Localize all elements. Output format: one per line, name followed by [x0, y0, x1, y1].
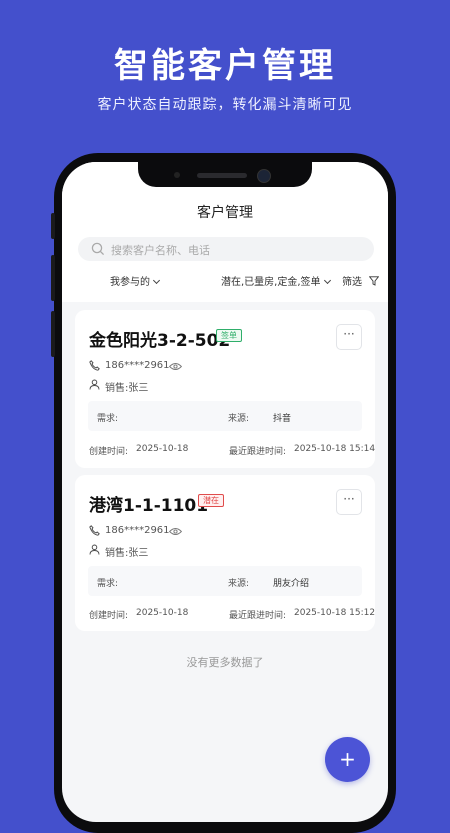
- app-screen: 客户管理 搜索客户名称、电话 我参与的 潜在,已量房,定金,签单 筛选 金色阳光…: [62, 162, 388, 822]
- search-placeholder: 搜索客户名称、电话: [111, 244, 210, 257]
- filter-button[interactable]: 筛选: [342, 273, 380, 288]
- sales-person: 销售:张三: [105, 548, 149, 559]
- more-button[interactable]: ···: [336, 324, 362, 350]
- plus-icon: +: [339, 747, 356, 771]
- customer-card[interactable]: 港湾1-1-1101 潜在 ··· 186****2961 销售:张三 需求: …: [75, 475, 375, 631]
- created-label: 创建时间:: [89, 447, 129, 457]
- phone-icon: [89, 525, 100, 536]
- source-label: 来源:: [228, 579, 250, 589]
- sales-person: 销售:张三: [105, 383, 149, 394]
- user-icon: [89, 379, 100, 390]
- status-badge: 潜在: [198, 494, 224, 507]
- info-box: 需求: 来源: 朋友介绍: [88, 566, 362, 596]
- participation-dropdown[interactable]: 我参与的: [110, 273, 161, 288]
- created-value: 2025-10-18: [136, 608, 189, 618]
- info-box: 需求: 来源: 抖音: [88, 401, 362, 431]
- status-badge: 签单: [216, 329, 242, 342]
- more-button[interactable]: ···: [336, 489, 362, 515]
- user-icon: [89, 544, 100, 555]
- participation-label: 我参与的: [110, 277, 150, 288]
- source-label: 来源:: [228, 414, 250, 424]
- chevron-down-icon: [152, 276, 161, 285]
- followup-value: 2025-10-18 15:12: [294, 608, 376, 618]
- eye-icon[interactable]: [169, 527, 182, 536]
- followup-label: 最近跟进时间:: [229, 447, 287, 457]
- customer-card[interactable]: 金色阳光3-2-502 签单 ··· 186****2961 销售:张三 需求:…: [75, 310, 375, 468]
- phone-number: 186****2961: [105, 525, 170, 536]
- page-title: 客户管理: [197, 205, 253, 221]
- status-dropdown[interactable]: 潜在,已量房,定金,签单: [221, 273, 331, 288]
- phone-icon: [89, 360, 100, 371]
- phone-number: 186****2961: [105, 360, 170, 371]
- customer-name: 金色阳光3-2-502: [89, 331, 231, 351]
- phone-row: 186****2961: [89, 360, 209, 372]
- customer-name: 港湾1-1-1101: [89, 496, 209, 516]
- promo-subtitle: 客户状态自动跟踪，转化漏斗清晰可见: [97, 97, 353, 113]
- status-label: 潜在,已量房,定金,签单: [221, 277, 321, 288]
- sales-row: 销售:张三: [89, 379, 209, 394]
- promo-title: 智能客户管理: [114, 46, 336, 86]
- need-label: 需求:: [97, 414, 119, 424]
- need-label: 需求:: [97, 579, 119, 589]
- created-label: 创建时间:: [89, 611, 129, 621]
- phone-row: 186****2961: [89, 525, 209, 537]
- created-value: 2025-10-18: [136, 444, 189, 454]
- more-icon: ···: [343, 492, 355, 506]
- search-input[interactable]: 搜索客户名称、电话: [78, 237, 374, 261]
- eye-icon[interactable]: [169, 362, 182, 371]
- filter-label: 筛选: [342, 277, 362, 288]
- search-icon: [91, 242, 105, 256]
- phone-notch: [138, 155, 312, 187]
- sales-row: 销售:张三: [89, 544, 209, 559]
- filter-icon: [368, 276, 380, 286]
- followup-value: 2025-10-18 15:14: [294, 444, 376, 454]
- add-customer-button[interactable]: +: [325, 737, 370, 782]
- followup-label: 最近跟进时间:: [229, 611, 287, 621]
- no-more-text: 没有更多数据了: [186, 656, 264, 669]
- chevron-down-icon: [323, 276, 331, 285]
- filter-bar: 我参与的 潜在,已量房,定金,签单 筛选: [62, 273, 388, 289]
- source-value: 抖音: [273, 414, 292, 424]
- more-icon: ···: [343, 327, 355, 341]
- source-value: 朋友介绍: [273, 579, 310, 589]
